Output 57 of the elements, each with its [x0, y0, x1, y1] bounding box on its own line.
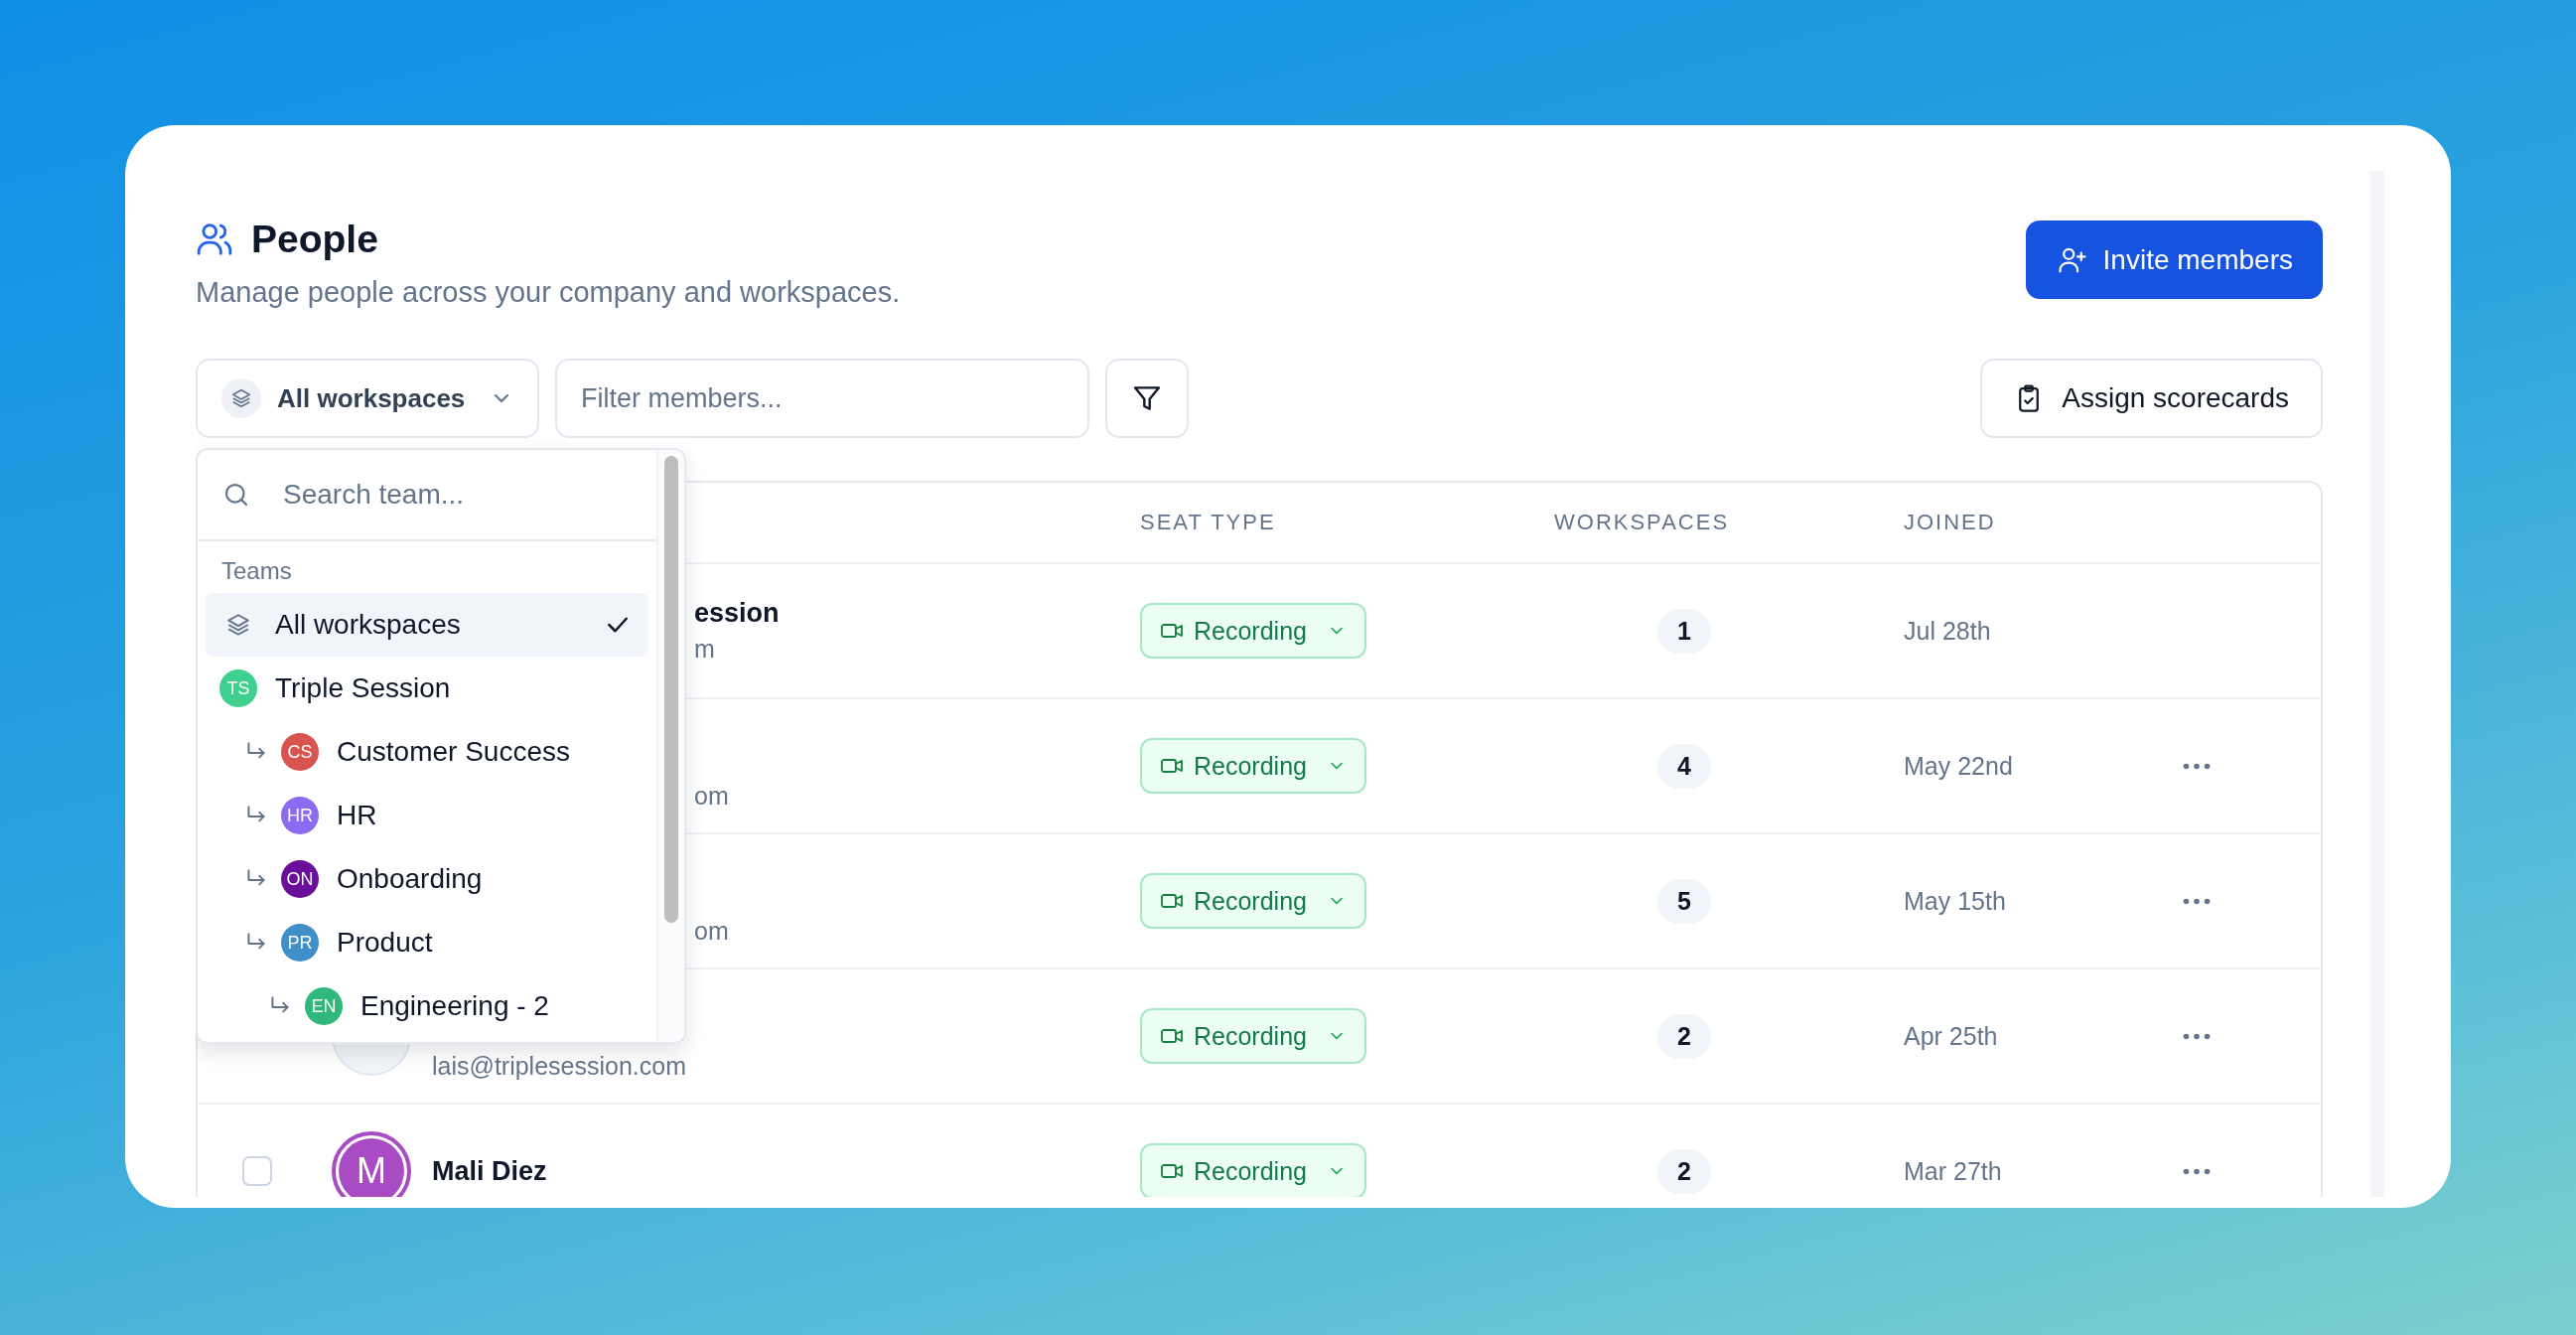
workspace-count: 5 — [1657, 878, 1711, 924]
more-icon — [2183, 762, 2211, 770]
row-checkbox[interactable] — [242, 1156, 272, 1186]
joined-date: May 22nd — [1904, 751, 2013, 780]
workspace-count: 2 — [1657, 1013, 1711, 1059]
member-email: m — [694, 635, 716, 664]
team-option[interactable]: All workspaces — [206, 593, 648, 657]
member-email: om — [694, 781, 730, 811]
workspace-count: 4 — [1657, 743, 1711, 789]
assign-scorecards-button[interactable]: Assign scorecards — [1980, 359, 2323, 438]
column-header: JOINED — [1904, 510, 1997, 535]
more-icon — [2183, 897, 2211, 905]
joined-date: Mar 27th — [1904, 1156, 2002, 1185]
team-avatar: TS — [219, 669, 257, 707]
seat-type-select[interactable]: Recording — [1140, 738, 1366, 794]
team-avatar: CS — [281, 733, 319, 771]
team-option[interactable]: PR Product — [206, 911, 648, 974]
seat-type-select[interactable]: Recording — [1140, 1143, 1366, 1197]
column-header: WORKSPACES — [1554, 510, 1731, 535]
seat-type-select[interactable]: Recording — [1140, 873, 1366, 929]
team-option[interactable]: EN Engineering - 2 — [206, 974, 648, 1038]
member-email: lais@triplesession.com — [432, 1051, 688, 1081]
team-option[interactable]: HR HR — [206, 784, 648, 847]
invite-members-button[interactable]: Invite members — [2025, 221, 2323, 299]
filter-members-field[interactable]: Filter members... — [555, 359, 1089, 438]
avatar: M — [332, 1131, 411, 1197]
team-avatar: EN — [305, 987, 343, 1025]
people-icon — [196, 221, 233, 258]
workspace-count: 2 — [1657, 1148, 1711, 1194]
joined-date: May 15th — [1904, 886, 2006, 915]
page-subtitle: Manage people across your company and workspaces. — [196, 276, 901, 309]
team-option[interactable]: TS Triple Session — [206, 657, 648, 720]
team-option[interactable]: CS Customer Success — [206, 720, 648, 784]
filter-button[interactable] — [1105, 359, 1189, 438]
scrollbar[interactable] — [656, 450, 684, 1042]
member-email: om — [694, 916, 730, 946]
joined-date: Apr 25th — [1904, 1021, 1998, 1050]
seat-type-select[interactable]: Recording — [1140, 603, 1366, 659]
section-label: Teams — [220, 556, 293, 586]
team-avatar: PR — [281, 924, 319, 962]
column-header: SEAT TYPE — [1140, 510, 1277, 535]
workspace-count: 1 — [1657, 608, 1711, 654]
workspace-select-label: All workspaces — [277, 382, 467, 414]
team-option[interactable]: ON Onboarding — [206, 847, 648, 911]
team-avatar: ON — [281, 860, 319, 898]
seat-type-select[interactable]: Recording — [1140, 1008, 1366, 1064]
layers-icon — [225, 612, 251, 638]
page-title: People — [251, 218, 378, 261]
team-avatar: HR — [281, 797, 319, 834]
more-icon — [2183, 1032, 2211, 1040]
scrollbar-thumb[interactable] — [664, 456, 678, 923]
more-icon — [2183, 1167, 2211, 1175]
layers-icon — [230, 387, 252, 409]
workspace-select[interactable]: All workspaces — [196, 359, 539, 438]
member-name: Mali Diez — [432, 1155, 548, 1187]
joined-date: Jul 28th — [1904, 616, 1991, 645]
member-name: ession — [694, 598, 781, 629]
